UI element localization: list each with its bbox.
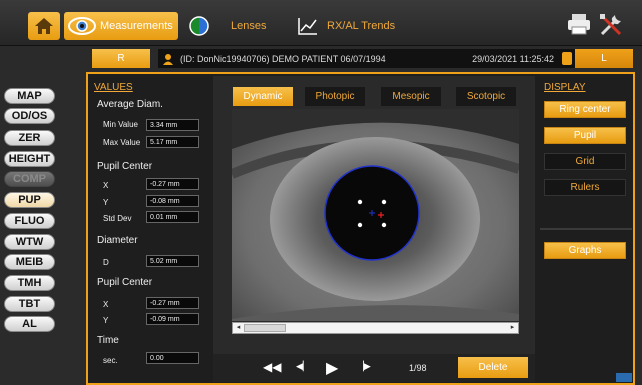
nav-wtw[interactable]: WTW [4,234,55,250]
values-title: VALUES [94,82,133,93]
std-dev-field: 0.01 mm [146,211,199,223]
tab-label: RX/AL Trends [327,20,396,32]
pc2-x-label: X [103,300,109,309]
mode-mesopic[interactable]: Mesopic [381,87,441,106]
frame-scrollbar[interactable]: ◂ ▸ [232,322,519,334]
home-button[interactable] [28,12,60,40]
sec-label: sec. [103,356,118,365]
corner-indicator [616,373,632,382]
toggle-ring-center[interactable]: Ring center [544,101,626,118]
left-eye-label: L [601,53,607,64]
tab-lenses[interactable]: Lenses [181,12,286,40]
max-value-field: 5.17 mm [146,136,199,148]
settings-tools-icon[interactable] [598,12,624,38]
right-eye-label: R [117,53,125,64]
nav-tmh[interactable]: TMH [4,275,55,291]
nav-height[interactable]: HEIGHT [4,151,55,167]
left-eye-button[interactable]: L [575,49,633,68]
pc2-y-field: -0.09 mm [146,313,199,325]
panel-divider [540,228,632,230]
patient-id-text: (ID: DonNic19940706) DEMO PATIENT 06/07/… [180,53,386,64]
time-heading: Time [97,335,119,346]
playback-bar: ◀◀ ◀▏ ▶ ▕▶ 1/98 Delete [213,354,535,382]
delete-button[interactable]: Delete [458,357,528,378]
nav-al[interactable]: AL [4,316,55,332]
time-field: 0.00 [146,352,199,364]
pc-y-label: Y [103,198,109,207]
mode-photopic[interactable]: Photopic [305,87,365,106]
right-eye-button[interactable]: R [92,49,150,68]
toggle-rulers[interactable]: Rulers [544,179,626,196]
home-icon [35,18,53,34]
eye-image[interactable] [232,109,519,321]
pc-y-field: -0.08 mm [146,195,199,207]
pc-x-field: -0.27 mm [146,178,199,190]
scroll-thumb[interactable] [244,324,286,332]
patient-info: (ID: DonNic19940706) DEMO PATIENT 06/07/… [158,49,576,68]
diameter-heading: Diameter [97,235,138,246]
nav-map[interactable]: MAP [4,88,55,104]
top-toolbar: Measurements Lenses RX/AL Trends [0,0,642,46]
patient-bar: R (ID: DonNic19940706) DEMO PATIENT 06/0… [0,46,642,70]
tab-rx-al-trends[interactable]: RX/AL Trends [293,12,405,40]
scroll-left-arrow[interactable]: ◂ [234,324,243,332]
database-icon [562,52,572,65]
play-icon[interactable]: ▶ [326,358,338,378]
trend-chart-icon [293,12,323,40]
frame-counter: 1/98 [409,363,427,373]
min-value-label: Min Value [103,120,138,129]
pc2-y-label: Y [103,316,109,325]
pupil-center-2-heading: Pupil Center [97,277,153,288]
pc-x-label: X [103,181,109,190]
tab-measurements[interactable]: Measurements [64,12,178,40]
nav-tbt[interactable]: TBT [4,296,55,312]
toggle-pupil[interactable]: Pupil [544,127,626,144]
eye-measure-icon [64,12,100,40]
prev-frame-icon[interactable]: ◀▏ [296,361,310,372]
scroll-right-arrow[interactable]: ▸ [508,324,517,332]
first-frame-icon[interactable]: ◀◀ [263,360,281,374]
nav-meib[interactable]: MEIB [4,254,55,270]
graphs-button[interactable]: Graphs [544,242,626,259]
min-value-field: 3.34 mm [146,119,199,131]
mode-scotopic[interactable]: Scotopic [456,87,516,106]
avg-diam-heading: Average Diam. [97,99,163,110]
next-frame-icon[interactable]: ▕▶ [357,361,371,372]
nav-fluo[interactable]: FLUO [4,213,55,229]
lens-icon [181,12,217,40]
pc2-x-field: -0.27 mm [146,297,199,309]
d-label: D [103,258,109,267]
std-dev-label: Std Dev [103,214,132,223]
nav-pup[interactable]: PUP [4,192,55,208]
tab-label: Lenses [231,20,267,32]
tab-label: Measurements [100,20,173,32]
mode-dynamic[interactable]: Dynamic [233,87,293,106]
print-icon[interactable] [566,12,592,38]
display-title: DISPLAY [544,82,586,93]
patient-icon [162,53,174,65]
diameter-field: 5.02 mm [146,255,199,267]
exam-datetime: 29/03/2021 11:25:42 [472,53,554,64]
nav-od-os[interactable]: OD/OS [4,108,55,124]
nav-zer[interactable]: ZER [4,130,55,146]
pupil-center-heading: Pupil Center [97,161,153,172]
nav-comp: COMP [4,171,55,187]
max-value-label: Max Value [103,138,141,147]
toggle-grid[interactable]: Grid [544,153,626,170]
